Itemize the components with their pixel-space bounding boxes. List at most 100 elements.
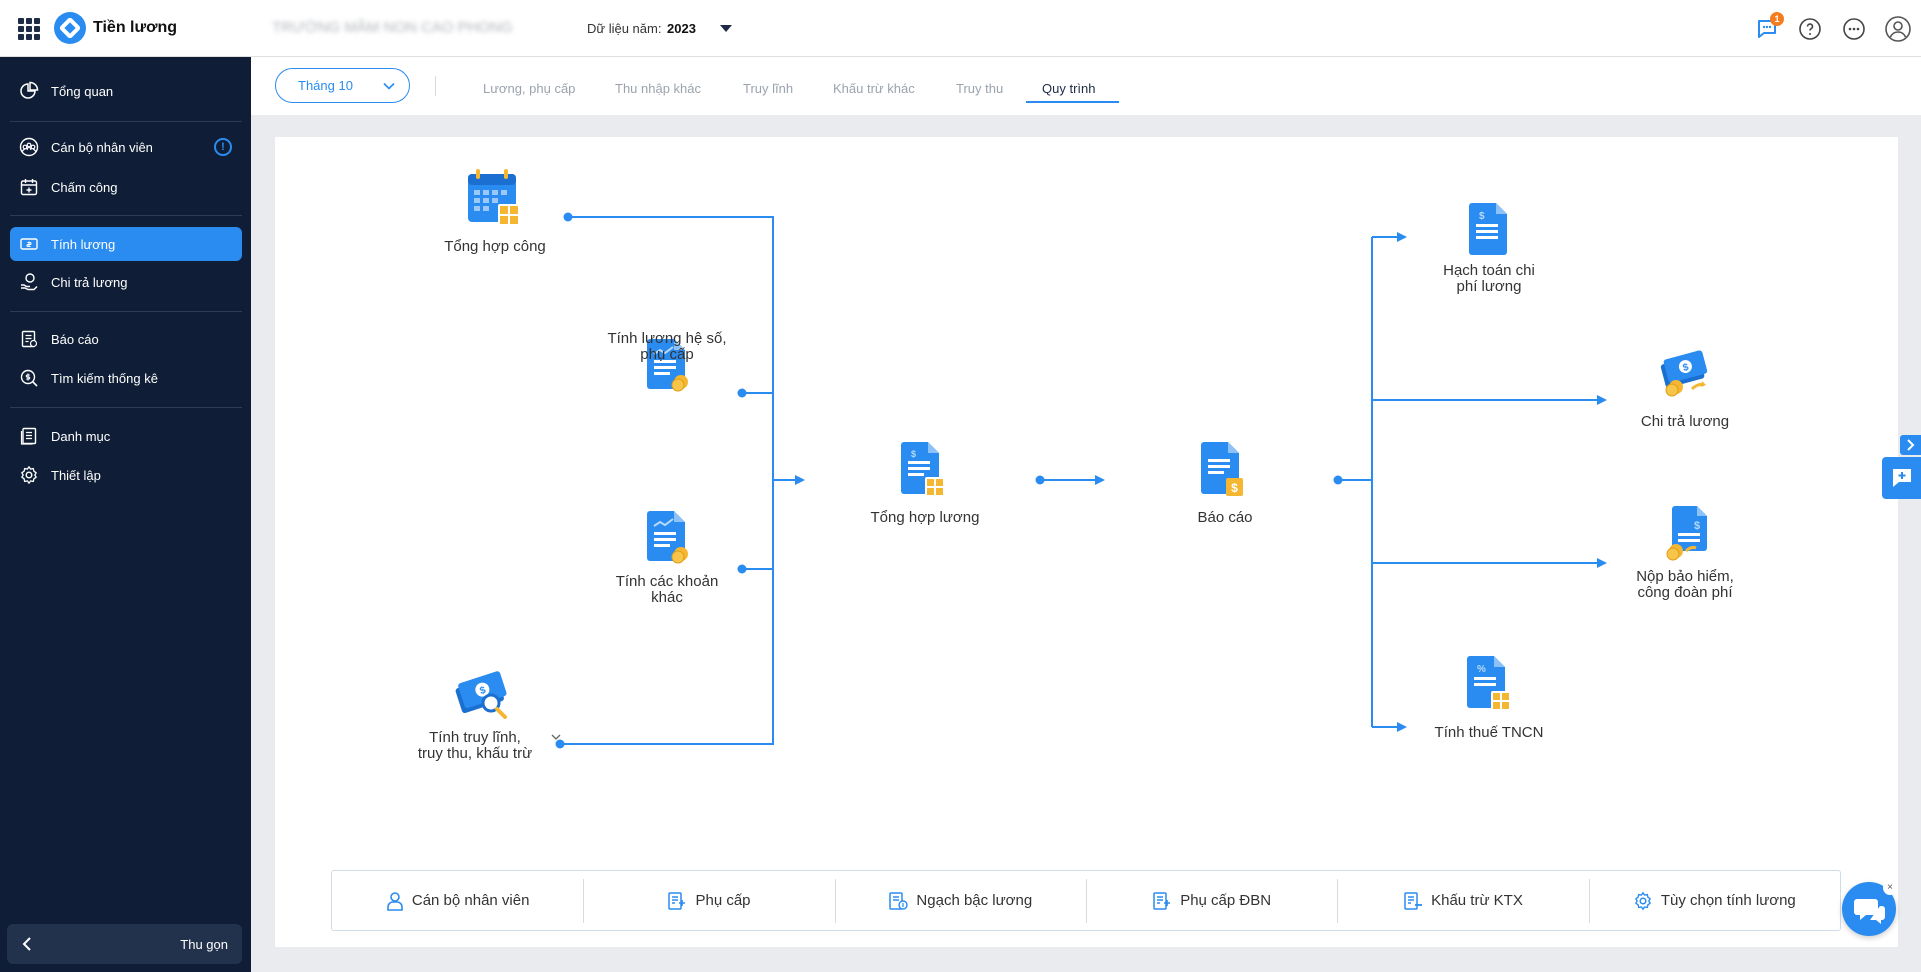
report-document-icon[interactable]: $	[1199, 441, 1247, 499]
sidebar-item-label: Cán bộ nhân viên	[51, 139, 153, 155]
sidebar-item-label: Thiết lập	[51, 467, 101, 483]
shortcut-phu-cap[interactable]: Phụ cấp	[583, 871, 834, 930]
shortcut-tuy-chon-tinh-luong[interactable]: Tùy chọn tính lương	[1588, 871, 1840, 930]
flow-label-nop-bao-hiem: Nộp bảo hiểm, công đoàn phí	[1600, 569, 1770, 601]
other-items-document-icon[interactable]	[645, 510, 691, 566]
help-icon[interactable]	[1798, 17, 1822, 41]
expand-panel-button[interactable]	[1900, 435, 1921, 455]
sidebar-item-thiet-lap[interactable]: Thiết lập	[10, 458, 242, 492]
more-icon[interactable]	[1842, 17, 1866, 41]
chevron-down-icon	[383, 82, 395, 90]
month-select[interactable]: Tháng 10	[275, 68, 410, 103]
salary-payment-money-icon[interactable]: $	[1658, 349, 1714, 399]
tab-khau-tru-khac[interactable]: Khấu trừ khác	[833, 81, 915, 96]
sidebar-item-label: Danh mục	[51, 428, 111, 444]
flow-label-chi-tra-luong: Chi trả lương	[1640, 413, 1730, 430]
shortcut-label: Phụ cấp ĐBN	[1180, 892, 1272, 909]
year-label: Dữ liệu năm:	[587, 21, 662, 36]
sidebar-divider	[10, 121, 242, 122]
month-select-value: Tháng 10	[298, 78, 353, 93]
feedback-button[interactable]	[1882, 457, 1921, 499]
sidebar-item-cham-cong[interactable]: Chấm công	[10, 170, 242, 204]
flow-label-line: công đoàn phí	[1637, 584, 1733, 601]
sidebar-divider	[10, 215, 242, 216]
flow-connectors	[551, 212, 1607, 749]
sidebar-divider	[10, 311, 242, 312]
close-chat-icon[interactable]: ×	[1883, 881, 1897, 895]
sidebar-item-bao-cao[interactable]: Báo cáo	[10, 322, 242, 356]
shortcut-can-bo-nhan-vien[interactable]: Cán bộ nhân viên	[332, 871, 583, 930]
user-avatar-icon[interactable]	[1885, 16, 1911, 42]
settings-icon	[21, 466, 37, 484]
svg-text:$: $	[911, 449, 916, 459]
user-icon	[387, 891, 403, 911]
sidebar-item-label: Tổng quan	[51, 83, 114, 99]
sidebar-item-tinh-luong[interactable]: Tính lương	[10, 227, 242, 261]
feedback-chat-icon	[1893, 469, 1911, 487]
flow-label-tinh-luong-he-so: Tính lương hệ số, phụ cấp	[587, 331, 747, 363]
flow-label-line: Tính các khoản	[615, 573, 719, 590]
calendar-icon	[20, 179, 38, 196]
top-header: Tiền lương TRƯỜNG MẦM NON CAO PHONG Dữ l…	[0, 0, 1921, 57]
svg-text:$: $	[1479, 211, 1485, 222]
payment-icon	[21, 273, 38, 291]
active-tab-underline	[1026, 101, 1119, 103]
sidebar-item-chi-tra-luong[interactable]: Chi trả lương	[10, 265, 242, 299]
svg-text:$: $	[1231, 481, 1238, 495]
accounting-document-icon[interactable]: $	[1467, 202, 1511, 256]
shortcut-label: Tùy chọn tính lương	[1660, 892, 1796, 909]
insurance-payment-icon[interactable]: $	[1664, 505, 1714, 561]
flow-label-tong-hop-cong: Tổng hợp công	[444, 238, 546, 255]
tab-truy-linh[interactable]: Truy lĩnh	[743, 81, 793, 96]
sidebar-item-label: Báo cáo	[51, 331, 99, 347]
tab-divider	[435, 76, 436, 96]
shortcut-label: Khấu trừ KTX	[1431, 892, 1523, 909]
tab-truy-thu[interactable]: Truy thu	[956, 81, 1003, 96]
arrears-money-search-icon[interactable]: $	[454, 669, 514, 721]
shortcut-phu-cap-dbn[interactable]: Phụ cấp ĐBN	[1085, 871, 1337, 930]
calendar-timesheet-icon[interactable]	[466, 168, 522, 228]
catalog-icon	[20, 427, 37, 445]
flow-label-line: phí lương	[1456, 278, 1522, 295]
gear-icon	[1634, 891, 1651, 910]
sidebar-item-can-bo-nhan-vien[interactable]: Cán bộ nhân viên !	[10, 130, 242, 164]
sidebar-item-danh-muc[interactable]: Danh mục	[10, 419, 242, 453]
sidebar-item-tong-quan[interactable]: Tổng quan	[10, 74, 242, 108]
flow-label-tong-hop-luong: Tổng hợp lương	[870, 509, 980, 526]
allowance-icon	[668, 891, 686, 910]
payroll-summary-document-icon[interactable]: $	[899, 441, 947, 499]
alert-info-icon[interactable]: !	[214, 138, 232, 156]
sidebar: Tổng quan Cán bộ nhân viên ! Chấm công T…	[0, 57, 251, 972]
svg-text:%: %	[1477, 664, 1486, 675]
apps-grid-icon[interactable]	[18, 18, 40, 40]
sidebar-item-tim-kiem-thong-ke[interactable]: Tìm kiếm thống kê	[10, 361, 242, 395]
chevron-left-icon	[22, 937, 31, 951]
shortcut-label: Phụ cấp	[695, 892, 751, 909]
staff-icon	[19, 137, 39, 157]
process-panel: Tổng hợp công Tính lương hệ số, phụ cấp …	[275, 137, 1898, 947]
app-title: Tiền lương	[93, 19, 177, 36]
flow-label-tinh-thue: Tính thuế TNCN	[1434, 724, 1544, 741]
deduction-icon	[1404, 891, 1423, 910]
flow-label-line: Tính lương hệ số,	[607, 330, 727, 347]
report-icon	[21, 330, 38, 348]
year-dropdown-caret-icon[interactable]	[720, 25, 732, 32]
app-logo	[54, 12, 86, 44]
salary-grade-icon	[889, 891, 909, 910]
pie-chart-icon	[20, 81, 39, 99]
collapse-label: Thu gọn	[180, 936, 228, 952]
flow-label-line: Hạch toán chi	[1443, 262, 1535, 279]
tab-thu-nhap-khac[interactable]: Thu nhập khác	[615, 81, 701, 96]
year-value[interactable]: 2023	[667, 21, 696, 36]
payroll-icon	[20, 238, 38, 250]
shortcut-khau-tru-ktx[interactable]: Khấu trừ KTX	[1337, 871, 1588, 930]
shortcut-label: Ngạch bậc lương	[916, 892, 1033, 909]
sub-tab-bar: Tháng 10 Lương, phụ cấp Thu nhập khác Tr…	[251, 57, 1921, 115]
tab-quy-trinh[interactable]: Quy trình	[1042, 81, 1095, 96]
collapse-sidebar-button[interactable]: Thu gọn	[7, 924, 242, 964]
flow-label-line: truy thu, khấu trừ	[417, 745, 533, 762]
tax-calc-document-icon[interactable]: %	[1465, 655, 1513, 713]
shortcut-ngach-bac-luong[interactable]: Ngạch bậc lương	[834, 871, 1086, 930]
flow-label-hach-toan: Hạch toán chi phí lương	[1404, 263, 1574, 295]
tab-luong-phu-cap[interactable]: Lương, phụ cấp	[483, 81, 575, 96]
